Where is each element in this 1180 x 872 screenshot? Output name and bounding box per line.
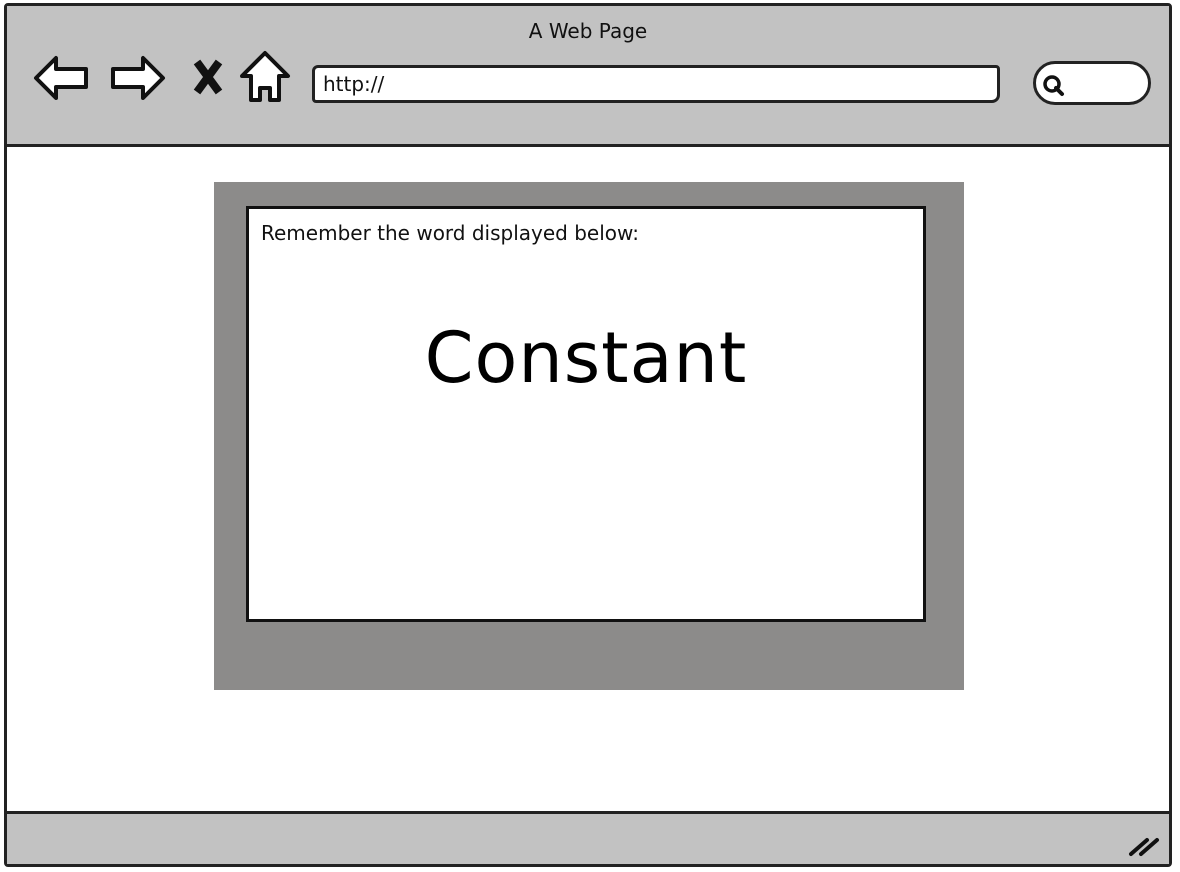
search-input[interactable] — [1033, 61, 1151, 105]
url-input[interactable]: http:// — [312, 65, 1000, 103]
home-icon[interactable] — [235, 48, 295, 108]
url-text: http:// — [323, 72, 385, 96]
word-card: Remember the word displayed below: Const… — [246, 206, 926, 622]
browser-toolbar: A Web Page http:// — [7, 6, 1169, 147]
instruction-text: Remember the word displayed below: — [261, 221, 640, 245]
page-content: Remember the word displayed below: Const… — [7, 147, 1169, 817]
word-frame: Remember the word displayed below: Const… — [214, 182, 964, 690]
browser-window: A Web Page http:// Remember the word dis… — [4, 3, 1172, 867]
status-bar — [7, 811, 1169, 864]
back-arrow-icon[interactable] — [32, 48, 92, 108]
forward-arrow-icon[interactable] — [107, 48, 167, 108]
displayed-word: Constant — [424, 317, 748, 399]
resize-grip-icon[interactable] — [1127, 832, 1161, 858]
window-title: A Web Page — [528, 19, 648, 43]
close-icon[interactable] — [183, 48, 243, 108]
search-icon — [1043, 75, 1064, 96]
